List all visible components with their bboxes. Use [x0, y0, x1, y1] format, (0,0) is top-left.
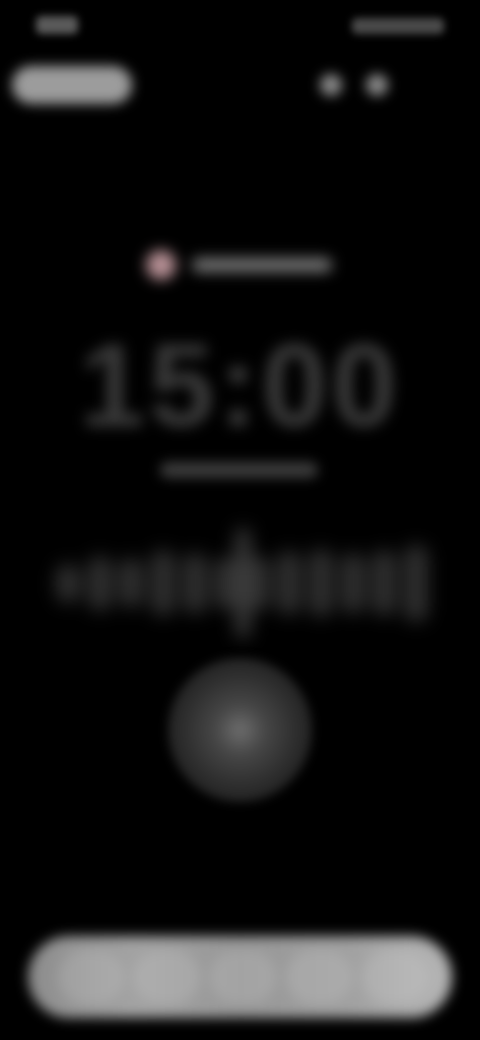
playhead[interactable] [236, 528, 250, 638]
waveform-bar [119, 558, 143, 608]
toolbar-item[interactable] [58, 950, 124, 1004]
recording-status [140, 240, 350, 290]
more-icon[interactable] [366, 74, 388, 96]
toolbar-item[interactable] [210, 950, 276, 1004]
top-actions [310, 66, 406, 104]
status-time [36, 16, 78, 34]
recorder-screen: 15:00 [0, 0, 480, 1040]
bottom-toolbar [28, 936, 452, 1018]
waveform-bar [404, 545, 428, 622]
settings-icon[interactable] [320, 74, 342, 96]
waveform-bar [88, 556, 112, 611]
waveform-bar [309, 549, 333, 617]
waveform-bar [151, 550, 175, 616]
waveform-bar [56, 564, 80, 603]
waveform-bar [277, 551, 301, 615]
timer-sublabel [160, 462, 318, 478]
recording-label [192, 258, 332, 272]
toolbar-item[interactable] [134, 950, 200, 1004]
status-bar [0, 14, 480, 44]
toolbar-item[interactable] [286, 950, 352, 1004]
waveform-bar [341, 553, 365, 614]
record-dot-icon [146, 250, 176, 280]
waveform-bar [372, 550, 396, 616]
toolbar-item[interactable] [362, 950, 428, 1004]
status-icons [352, 18, 444, 34]
waveform [56, 528, 428, 638]
waveform-bar [183, 553, 207, 614]
back-button[interactable] [12, 66, 132, 104]
play-button[interactable] [168, 658, 312, 802]
waveform-bar [214, 557, 238, 610]
timer-display: 15:00 [79, 320, 401, 452]
